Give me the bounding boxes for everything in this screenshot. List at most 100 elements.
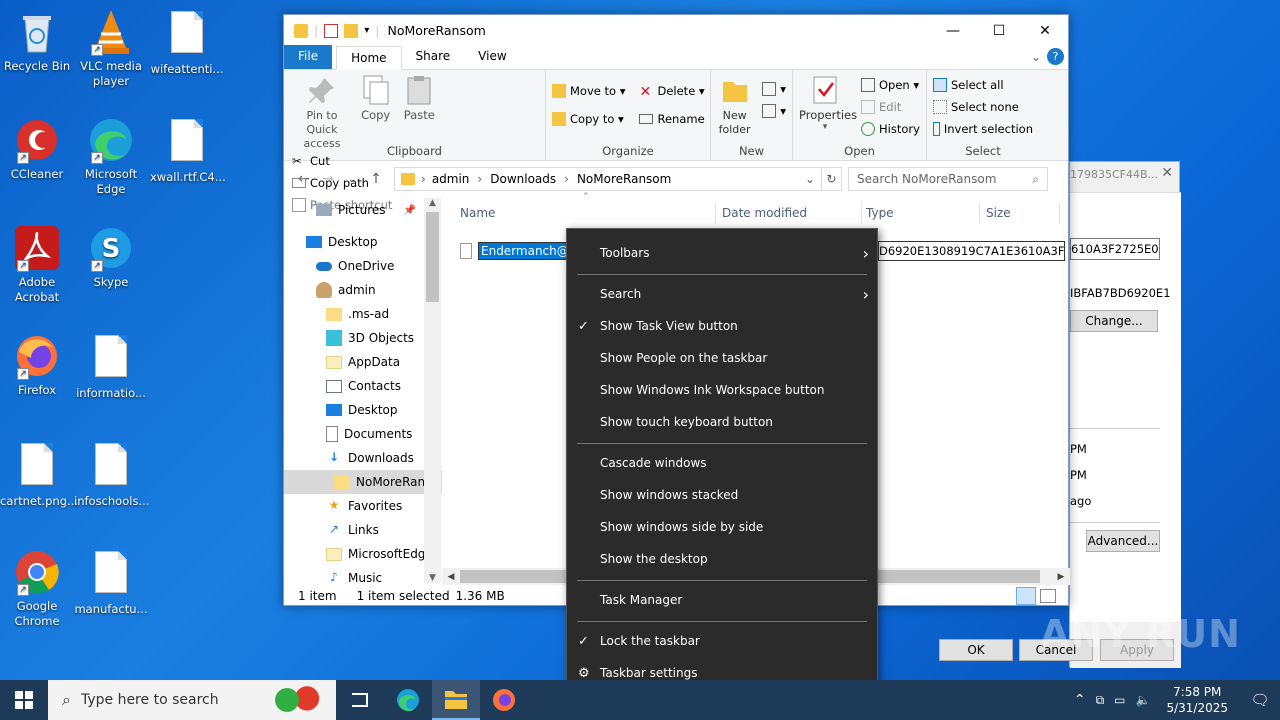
maximize-button[interactable]: ☐	[976, 15, 1022, 46]
taskbar-search-box[interactable]: ⌕ Type here to search	[48, 680, 336, 720]
ok-button[interactable]: OK	[939, 639, 1013, 661]
address-bar[interactable]: › admin › Downloads › NoMoreRansom ⌄	[394, 167, 822, 191]
nav-item-links[interactable]: ↗ Links	[284, 518, 442, 542]
nav-item-onedrive[interactable]: OneDrive	[284, 254, 442, 278]
desktop-icon-chrome[interactable]: ↗ Google Chrome	[0, 548, 74, 629]
menu-item-people[interactable]: Show People on the taskbar	[567, 344, 879, 372]
nav-item-desktop[interactable]: Desktop	[284, 230, 442, 254]
nav-item-documents[interactable]: Documents	[284, 422, 442, 446]
copy-to-button[interactable]: Copy to ▾	[552, 108, 625, 130]
chevron-down-icon[interactable]: ⌄	[1031, 50, 1041, 64]
start-button[interactable]	[0, 680, 48, 720]
column-header-type[interactable]: Type	[862, 202, 980, 224]
large-icons-view-icon[interactable]	[1040, 589, 1056, 603]
new-item-button[interactable]: ▾	[762, 78, 786, 100]
nav-item-ms-ad[interactable]: .ms-ad	[284, 302, 442, 326]
menu-item-lock-taskbar[interactable]: ✓ Lock the taskbar	[567, 627, 879, 655]
desktop-icon-file[interactable]: infoschools...	[74, 440, 149, 509]
breadcrumb-admin[interactable]: admin	[432, 172, 470, 186]
scroll-right-icon[interactable]: ▶	[1052, 572, 1070, 582]
move-to-button[interactable]: Move to ▾	[552, 80, 625, 102]
new-folder-icon[interactable]	[344, 23, 359, 38]
desktop-icon-acrobat[interactable]: ↗ Adobe Acrobat	[0, 224, 74, 305]
nav-item-downloads[interactable]: ↓ Downloads	[284, 446, 442, 470]
scroll-thumb[interactable]	[426, 212, 439, 302]
nav-item-microsoftedge[interactable]: MicrosoftEdge	[284, 542, 442, 566]
column-header-size[interactable]: Size	[980, 202, 1060, 224]
chevron-down-icon[interactable]: ▾	[364, 25, 369, 36]
close-button[interactable]: ✕	[1022, 15, 1068, 46]
desktop-icon-edge[interactable]: ↗ Microsoft Edge	[74, 116, 148, 197]
breadcrumb-downloads[interactable]: Downloads	[490, 172, 556, 186]
desktop-icon-file[interactable]: cartnet.png...	[0, 440, 78, 509]
menu-item-show-desktop[interactable]: Show the desktop	[567, 545, 879, 573]
scroll-down-icon[interactable]: ▼	[424, 573, 441, 583]
tab-view[interactable]: View	[464, 45, 520, 69]
history-button[interactable]: History	[861, 118, 920, 140]
nav-item-admin[interactable]: admin	[284, 278, 442, 302]
tab-file[interactable]: File	[284, 45, 333, 69]
rename-button[interactable]: Rename	[639, 108, 705, 130]
copy-button[interactable]: Copy	[358, 74, 394, 122]
menu-item-touch-keyboard[interactable]: Show touch keyboard button	[567, 408, 879, 436]
navigation-scrollbar[interactable]: ▲ ▼	[424, 198, 441, 583]
menu-item-toolbars[interactable]: Toolbars ›	[567, 239, 879, 267]
change-button[interactable]: Change...	[1070, 310, 1158, 332]
column-header-date[interactable]: Date modified	[718, 202, 862, 224]
desktop-icon-vlc[interactable]: ↗ VLC media player	[74, 8, 148, 89]
delete-button[interactable]: ✕ Delete ▾	[639, 80, 704, 102]
select-all-button[interactable]: Select all	[933, 74, 1033, 96]
chevron-up-icon[interactable]: ⌃	[1074, 692, 1086, 708]
breadcrumb-nomoreransom[interactable]: NoMoreRansom	[577, 172, 671, 186]
minimize-button[interactable]: —	[930, 15, 976, 46]
nav-item-contacts[interactable]: Contacts	[284, 374, 442, 398]
close-icon[interactable]: ✕	[1161, 165, 1173, 181]
menu-item-task-view[interactable]: ✓ Show Task View button	[567, 312, 879, 340]
scroll-up-icon[interactable]: ▲	[424, 198, 441, 208]
pin-to-quick-access-button[interactable]: Pin to Quick access	[290, 74, 354, 150]
taskbar-edge[interactable]	[384, 680, 432, 720]
paste-button[interactable]: Paste	[401, 74, 437, 122]
chevron-down-icon[interactable]: ⌄	[805, 172, 815, 186]
notification-icon[interactable]: 🗨	[1240, 691, 1280, 709]
nav-item-nomoreransom[interactable]: NoMoreRans	[284, 470, 442, 494]
desktop-icon-file[interactable]: informatio...	[74, 332, 148, 401]
scroll-left-icon[interactable]: ◀	[442, 572, 460, 582]
details-view-icon[interactable]	[1016, 587, 1036, 605]
task-view-button[interactable]	[336, 680, 384, 720]
tab-home[interactable]: Home	[336, 46, 402, 70]
volume-icon[interactable]: 🔈	[1136, 693, 1151, 707]
tab-share[interactable]: Share	[402, 45, 465, 69]
menu-item-ink-workspace[interactable]: Show Windows Ink Workspace button	[567, 376, 879, 404]
advanced-button[interactable]: Advanced...	[1086, 530, 1160, 552]
network-icon[interactable]: ⧉	[1096, 693, 1105, 708]
desktop-icon-ccleaner[interactable]: ↗ CCleaner	[0, 116, 74, 182]
desktop-icon-skype[interactable]: S ↗ Skype	[74, 224, 148, 290]
search-input[interactable]: Search NoMoreRansom ⌕	[848, 167, 1048, 191]
easy-access-button[interactable]: ▾	[762, 100, 786, 122]
monitor-icon[interactable]: ▭	[1114, 693, 1125, 707]
menu-item-stacked[interactable]: Show windows stacked	[567, 481, 879, 509]
nav-item-appdata[interactable]: AppData	[284, 350, 442, 374]
refresh-icon[interactable]: ↻	[822, 167, 842, 191]
taskbar-file-explorer[interactable]	[432, 680, 480, 720]
desktop-icon-file[interactable]: manufactu...	[74, 548, 148, 617]
desktop-icon-file[interactable]: wifeattenti...	[150, 8, 224, 77]
menu-item-search[interactable]: Search ›	[567, 280, 879, 308]
menu-item-cascade[interactable]: Cascade windows	[567, 449, 879, 477]
nav-item-pictures[interactable]: Pictures 📌	[284, 198, 442, 222]
properties-icon[interactable]	[324, 23, 339, 38]
help-icon[interactable]: ?	[1047, 48, 1064, 65]
desktop-icon-firefox[interactable]: ↗ Firefox	[0, 332, 74, 398]
open-button[interactable]: Open ▾	[861, 74, 920, 96]
nav-item-music[interactable]: ♪ Music	[284, 566, 442, 583]
clock[interactable]: 7:58 PM 5/31/2025	[1166, 684, 1228, 716]
edit-button[interactable]: Edit	[861, 96, 920, 118]
column-header-name[interactable]: Name	[442, 202, 716, 224]
nav-item-desktop-2[interactable]: Desktop	[284, 398, 442, 422]
invert-selection-button[interactable]: Invert selection	[933, 118, 1033, 140]
copy-path-button[interactable]: Copy path	[292, 172, 392, 194]
taskbar-firefox[interactable]	[480, 680, 528, 720]
nav-item-favorites[interactable]: ★ Favorites	[284, 494, 442, 518]
nav-item-3d-objects[interactable]: 3D Objects	[284, 326, 442, 350]
